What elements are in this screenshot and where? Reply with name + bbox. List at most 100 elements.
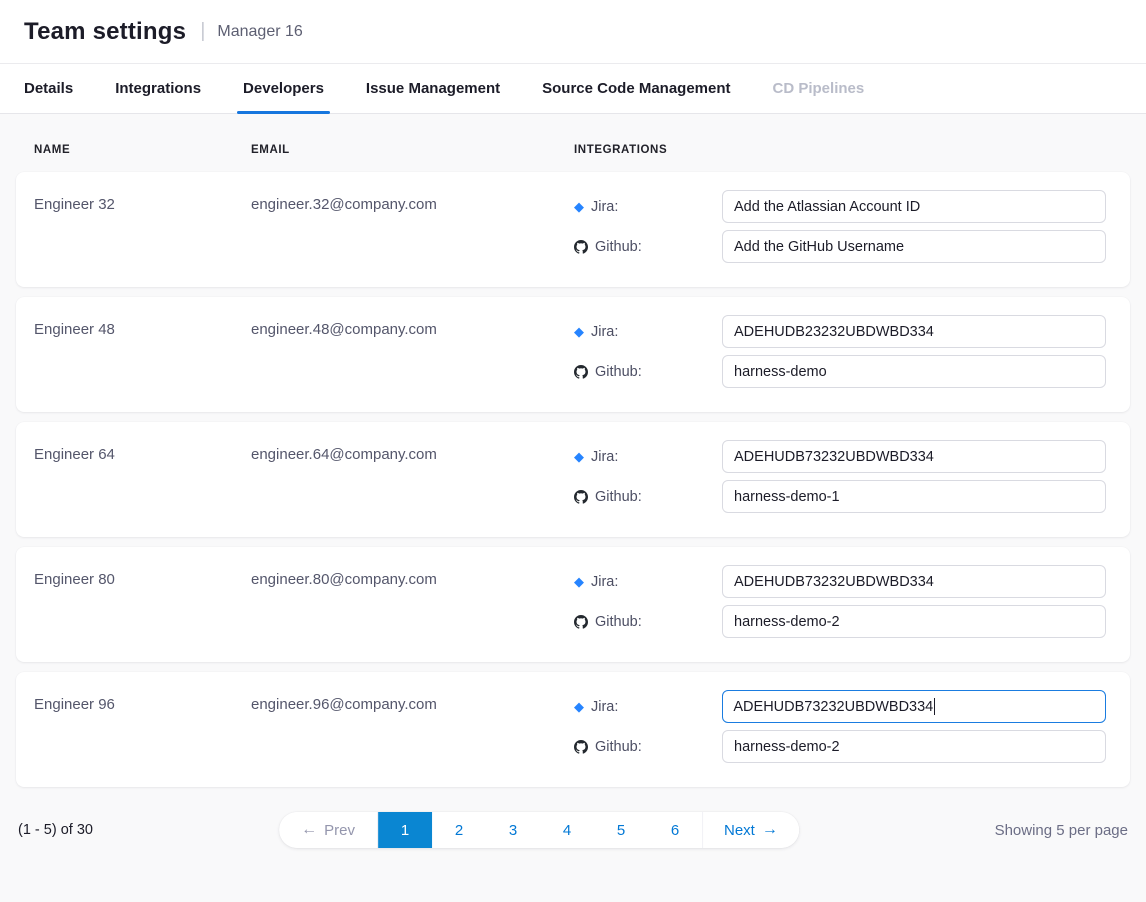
integrations-cell: ◆ Jira: ADEHUDB23232UBDWBD334 Github:	[574, 315, 1112, 388]
column-header-integrations: INTEGRATIONS	[574, 144, 1112, 156]
developer-name: Engineer 48	[34, 319, 251, 338]
page-number-label: 2	[455, 822, 463, 839]
page-number-button[interactable]: 5	[594, 812, 648, 848]
prev-page-button[interactable]: ← Prev	[279, 812, 378, 848]
github-username-input[interactable]: harness-demo-2	[722, 730, 1106, 763]
developer-name: Engineer 80	[34, 569, 251, 588]
jira-integration-line: ◆ Jira: ADEHUDB23232UBDWBD334	[574, 315, 1112, 348]
integrations-cell: ◆ Jira: Add the Atlassian Account ID Git…	[574, 190, 1112, 263]
github-icon	[574, 740, 588, 754]
github-icon	[574, 365, 588, 379]
tab-issue-management[interactable]: Issue Management	[366, 64, 500, 113]
jira-label: Jira:	[591, 324, 618, 340]
developer-email: engineer.64@company.com	[251, 444, 574, 463]
page-number-label: 5	[617, 822, 625, 839]
jira-account-id-input[interactable]: Add the Atlassian Account ID	[722, 190, 1106, 223]
developer-rows: Engineer 32 engineer.32@company.com ◆ Ji…	[16, 172, 1130, 787]
page-subtitle: Manager 16	[217, 23, 302, 41]
jira-icon: ◆	[574, 325, 584, 338]
tab-cd-pipelines[interactable]: CD Pipelines	[773, 64, 865, 113]
tab-label: Issue Management	[366, 80, 500, 97]
github-username-input[interactable]: harness-demo-2	[722, 605, 1106, 638]
jira-integration-line: ◆ Jira: Add the Atlassian Account ID	[574, 190, 1112, 223]
developer-email: engineer.32@company.com	[251, 194, 574, 213]
jira-icon: ◆	[574, 200, 584, 213]
column-header-email: EMAIL	[251, 144, 574, 156]
integrations-cell: ◆ Jira: ADEHUDB73232UBDWBD334 Github:	[574, 690, 1112, 763]
tab-label: Integrations	[115, 80, 201, 97]
page-number-group: 1 2 3 4 5 6	[378, 812, 703, 848]
github-username-input[interactable]: harness-demo-1	[722, 480, 1106, 513]
jira-input-value: Add the Atlassian Account ID	[734, 199, 920, 215]
table-row: Engineer 64 engineer.64@company.com ◆ Ji…	[16, 422, 1130, 537]
github-label: Github:	[595, 364, 642, 380]
jira-input-value: ADEHUDB73232UBDWBD334	[734, 574, 934, 590]
jira-label: Jira:	[591, 699, 618, 715]
page-number-label: 1	[401, 822, 409, 839]
page-number-button[interactable]: 6	[648, 812, 702, 848]
page-header: Team settings | Manager 16	[0, 0, 1146, 64]
developer-email: engineer.80@company.com	[251, 569, 574, 588]
table-row: Engineer 32 engineer.32@company.com ◆ Ji…	[16, 172, 1130, 287]
developer-email: engineer.48@company.com	[251, 319, 574, 338]
tab-label: Details	[24, 80, 73, 97]
table-row: Engineer 48 engineer.48@company.com ◆ Ji…	[16, 297, 1130, 412]
github-integration-line: Github: harness-demo	[574, 355, 1112, 388]
tab-bar: Details Integrations Developers Issue Ma…	[0, 64, 1146, 114]
result-range-text: (1 - 5) of 30	[18, 822, 93, 838]
page-number-button[interactable]: 3	[486, 812, 540, 848]
tab-integrations[interactable]: Integrations	[115, 64, 201, 113]
integrations-cell: ◆ Jira: ADEHUDB73232UBDWBD334 Github:	[574, 440, 1112, 513]
page-number-label: 4	[563, 822, 571, 839]
jira-account-id-input[interactable]: ADEHUDB73232UBDWBD334	[722, 565, 1106, 598]
github-label: Github:	[595, 489, 642, 505]
jira-integration-line: ◆ Jira: ADEHUDB73232UBDWBD334	[574, 690, 1112, 723]
github-integration-line: Github: harness-demo-1	[574, 480, 1112, 513]
integrations-cell: ◆ Jira: ADEHUDB73232UBDWBD334 Github:	[574, 565, 1112, 638]
github-label: Github:	[595, 739, 642, 755]
github-input-value: harness-demo-2	[734, 614, 840, 630]
github-username-input[interactable]: harness-demo	[722, 355, 1106, 388]
github-integration-line: Github: Add the GitHub Username	[574, 230, 1112, 263]
jira-icon: ◆	[574, 575, 584, 588]
next-page-button[interactable]: Next →	[703, 812, 799, 848]
page-title: Team settings	[24, 18, 186, 46]
page-number-button[interactable]: 4	[540, 812, 594, 848]
title-separator: |	[200, 20, 205, 43]
table-footer: (1 - 5) of 30 ← Prev 1 2 3 4 5 6 Next → …	[16, 812, 1130, 848]
jira-account-id-input[interactable]: ADEHUDB73232UBDWBD334	[722, 690, 1106, 723]
tab-developers[interactable]: Developers	[243, 64, 324, 113]
tab-source-code-management[interactable]: Source Code Management	[542, 64, 730, 113]
next-label: Next	[724, 822, 755, 839]
jira-label: Jira:	[591, 449, 618, 465]
github-label: Github:	[595, 614, 642, 630]
text-caret	[934, 698, 935, 715]
jira-input-value: ADEHUDB73232UBDWBD334	[734, 449, 934, 465]
tab-details[interactable]: Details	[24, 64, 73, 113]
github-integration-line: Github: harness-demo-2	[574, 730, 1112, 763]
jira-account-id-input[interactable]: ADEHUDB23232UBDWBD334	[722, 315, 1106, 348]
github-input-value: harness-demo	[734, 364, 827, 380]
jira-icon: ◆	[574, 450, 584, 463]
jira-input-value: ADEHUDB23232UBDWBD334	[734, 324, 934, 340]
table-row: Engineer 80 engineer.80@company.com ◆ Ji…	[16, 547, 1130, 662]
jira-label: Jira:	[591, 199, 618, 215]
page-number-button[interactable]: 1	[378, 812, 432, 848]
tab-label: Developers	[243, 80, 324, 97]
tab-label: CD Pipelines	[773, 80, 865, 97]
developer-name: Engineer 64	[34, 444, 251, 463]
jira-integration-line: ◆ Jira: ADEHUDB73232UBDWBD334	[574, 565, 1112, 598]
github-icon	[574, 490, 588, 504]
github-integration-line: Github: harness-demo-2	[574, 605, 1112, 638]
page-number-button[interactable]: 2	[432, 812, 486, 848]
github-icon	[574, 615, 588, 629]
per-page-text: Showing 5 per page	[995, 822, 1128, 839]
jira-account-id-input[interactable]: ADEHUDB73232UBDWBD334	[722, 440, 1106, 473]
github-username-input[interactable]: Add the GitHub Username	[722, 230, 1106, 263]
column-header-name: NAME	[34, 144, 251, 156]
developer-name: Engineer 96	[34, 694, 251, 713]
arrow-left-icon: ←	[301, 822, 317, 838]
github-input-value: Add the GitHub Username	[734, 239, 904, 255]
pagination: ← Prev 1 2 3 4 5 6 Next →	[279, 812, 799, 848]
table-header: NAME EMAIL INTEGRATIONS	[16, 114, 1130, 172]
